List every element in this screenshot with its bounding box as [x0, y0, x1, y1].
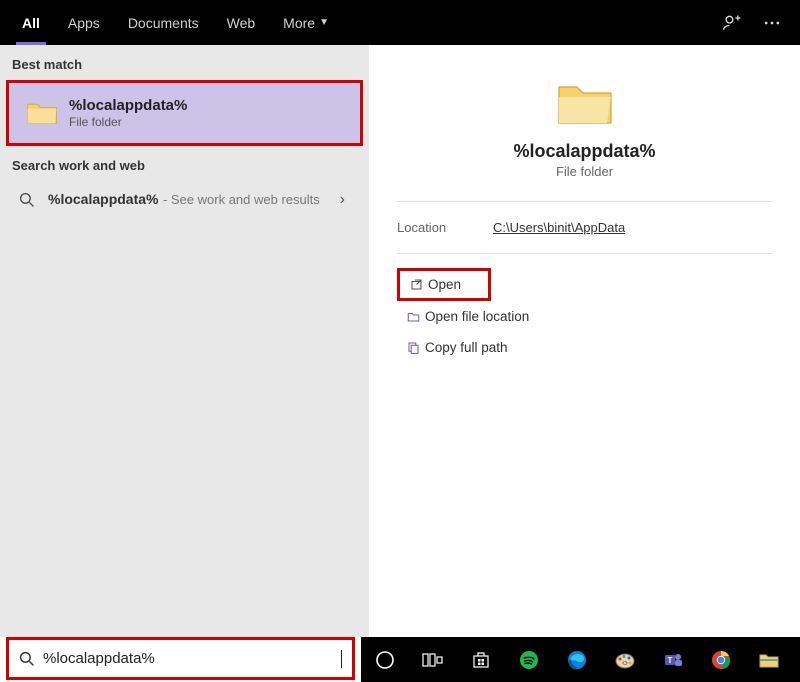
search-input[interactable]: %localappdata%: [6, 637, 355, 680]
tab-web[interactable]: Web: [213, 0, 270, 45]
taskbar-teams-icon[interactable]: T: [649, 637, 697, 682]
taskbar-taskview-icon[interactable]: [409, 637, 457, 682]
web-result-query: %localappdata%: [48, 191, 158, 207]
best-match-subtitle: File folder: [69, 115, 187, 129]
action-open-file-location[interactable]: Open file location: [397, 301, 772, 332]
search-icon: [19, 651, 35, 667]
folder-icon: [25, 97, 59, 129]
more-options-icon[interactable]: [752, 0, 792, 45]
taskbar-chrome-icon[interactable]: [697, 637, 745, 682]
preview-subtitle: File folder: [556, 164, 613, 179]
taskbar: T: [361, 637, 800, 682]
search-web-label: Search work and web: [0, 146, 369, 181]
best-match-result[interactable]: %localappdata% File folder: [6, 80, 363, 146]
action-open-file-location-label: Open file location: [425, 309, 529, 324]
taskbar-store-icon[interactable]: [457, 637, 505, 682]
chevron-right-icon[interactable]: ›: [332, 191, 353, 209]
preview-title: %localappdata%: [513, 141, 655, 162]
tab-more-label: More: [283, 15, 315, 31]
action-copy-full-path-label: Copy full path: [425, 340, 508, 355]
taskbar-paint-icon[interactable]: [601, 637, 649, 682]
copy-icon: [401, 340, 425, 355]
svg-text:T: T: [667, 656, 672, 665]
action-copy-full-path[interactable]: Copy full path: [397, 332, 772, 363]
taskbar-spotify-icon[interactable]: [505, 637, 553, 682]
folder-large-icon: [555, 79, 615, 129]
location-value[interactable]: C:\Users\binit\AppData: [493, 220, 625, 235]
web-result[interactable]: %localappdata% - See work and web result…: [0, 181, 369, 219]
tab-all[interactable]: All: [8, 0, 54, 45]
open-icon: [404, 277, 428, 292]
action-open[interactable]: Open: [397, 268, 491, 301]
web-result-desc: - See work and web results: [163, 192, 320, 207]
search-input-value: %localappdata%: [43, 650, 341, 667]
chevron-down-icon: ▼: [319, 17, 329, 28]
best-match-label: Best match: [0, 45, 369, 80]
tab-documents[interactable]: Documents: [114, 0, 213, 45]
folder-open-icon: [401, 309, 425, 324]
location-label: Location: [397, 220, 493, 235]
taskbar-cortana-icon[interactable]: [361, 637, 409, 682]
tab-apps[interactable]: Apps: [54, 0, 114, 45]
best-match-title: %localappdata%: [69, 97, 187, 114]
taskbar-explorer-icon[interactable]: [745, 637, 793, 682]
action-open-label: Open: [428, 277, 461, 292]
taskbar-edge-icon[interactable]: [553, 637, 601, 682]
tab-more[interactable]: More ▼: [269, 0, 343, 45]
feedback-icon[interactable]: [712, 0, 752, 45]
search-tabs: All Apps Documents Web More ▼: [0, 0, 800, 45]
search-icon: [16, 192, 38, 208]
